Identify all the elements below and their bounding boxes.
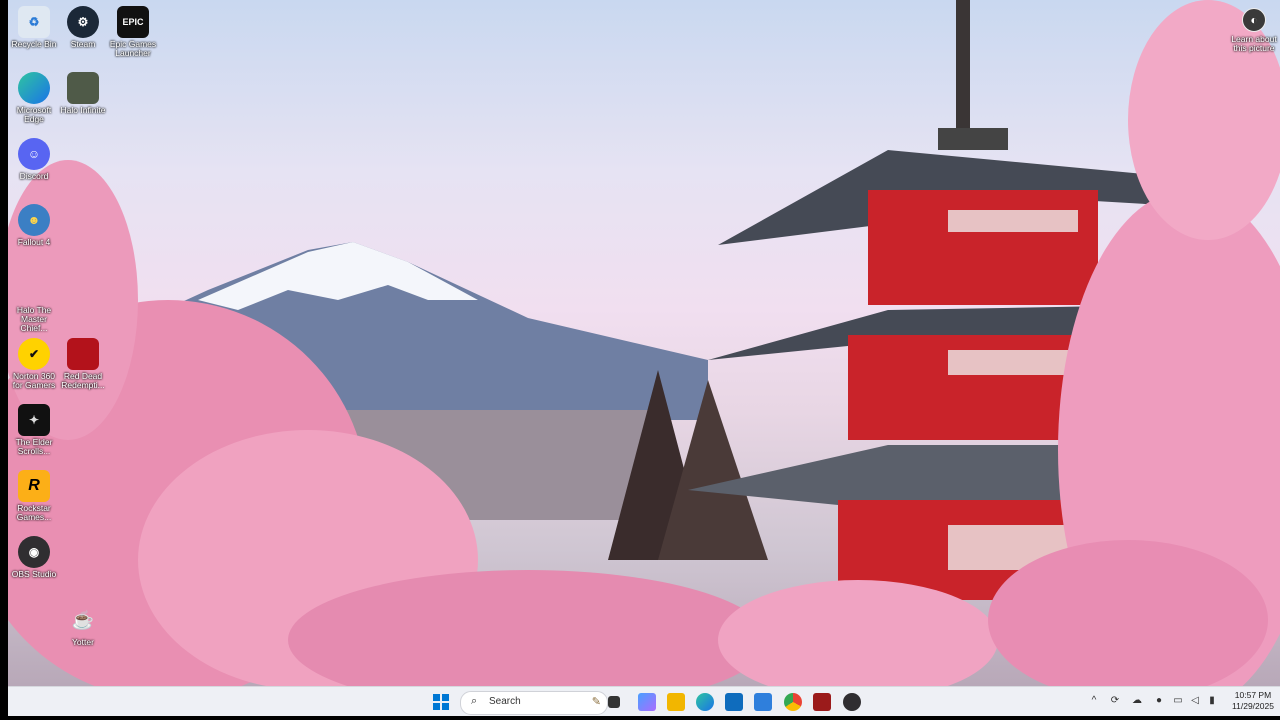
screen-border-bottom xyxy=(0,716,1280,720)
recycle-bin-icon: ♻ xyxy=(18,6,50,38)
desktop-icon-yotter[interactable]: ☕ Yotter xyxy=(56,604,110,647)
icon-label: Halo Infinite xyxy=(60,105,106,115)
yotter-icon: ☕ xyxy=(71,609,95,630)
fallout-4-icon: ☻ xyxy=(18,204,50,236)
clock-time: 10:57 PM xyxy=(1234,690,1272,700)
learn-picture-label: Learn about this picture xyxy=(1231,34,1277,53)
icon-label: Microsoft Edge xyxy=(16,105,52,124)
taskbar: ⌕ Search ✎ ^ ⟳ ☁ ● ▭ ◁ ▮ 10:57 PM 11/29/… xyxy=(8,686,1280,717)
icon-label: Rockstar Games... xyxy=(16,503,52,522)
game-launcher-icon[interactable] xyxy=(813,693,831,711)
icon-label: Steam xyxy=(70,39,96,49)
clock-date: 11/29/2025 xyxy=(1232,701,1274,711)
desktop-icon-fallout-4[interactable]: ☻ Fallout 4 xyxy=(8,204,61,247)
clock[interactable]: 10:57 PM 11/29/2025 xyxy=(1230,690,1276,712)
microphone-icon[interactable]: ● xyxy=(1153,695,1165,707)
icon-label: Norton 360 for Gamers xyxy=(12,371,56,390)
chevron-up-icon[interactable]: ^ xyxy=(1088,695,1100,707)
obs-icon: ◉ xyxy=(18,536,50,568)
halo-mcc-icon xyxy=(18,272,50,304)
battery-icon[interactable]: ▮ xyxy=(1206,695,1218,707)
norton-icon: ✔ xyxy=(18,338,50,370)
rockstar-icon: R xyxy=(18,470,50,502)
icon-label: Yotter xyxy=(72,637,94,647)
task-view-icon[interactable] xyxy=(608,696,620,708)
edge-icon[interactable] xyxy=(696,693,714,711)
obs-icon[interactable] xyxy=(843,693,861,711)
edge-icon xyxy=(18,72,50,104)
microsoft-store-icon[interactable] xyxy=(725,693,743,711)
desktop-icon-discord[interactable]: ☺ Discord xyxy=(8,138,61,181)
discord-icon: ☺ xyxy=(18,138,50,170)
icon-label: Epic Games Launcher xyxy=(109,39,157,58)
windows-start-icon[interactable] xyxy=(432,693,450,711)
desktop-icon-elder-scrolls[interactable]: ✦ The Elder Scrolls... xyxy=(8,404,61,456)
cloud-icon[interactable]: ☁ xyxy=(1131,695,1143,707)
desktop-icon-norton[interactable]: ✔ Norton 360 for Gamers xyxy=(8,338,61,390)
chrome-icon[interactable] xyxy=(784,693,802,711)
desktop-icon-obs[interactable]: ◉ OBS Studio xyxy=(8,536,61,579)
sync-icon[interactable]: ⟳ xyxy=(1109,695,1121,707)
desktop-icon-rockstar[interactable]: R Rockstar Games... xyxy=(8,470,61,522)
screen-border-left xyxy=(0,0,8,720)
search-highlight-icon: ✎ xyxy=(591,696,601,708)
desktop-icon-red-dead[interactable]: Red Dead Redempti... xyxy=(56,338,110,390)
file-explorer-icon[interactable] xyxy=(667,693,685,711)
display-icon[interactable]: ▭ xyxy=(1172,695,1184,707)
icon-label: OBS Studio xyxy=(11,569,57,579)
desktop-icon-halo-mcc[interactable]: Halo The Master Chief... xyxy=(8,272,61,333)
epic-games-icon: EPIC xyxy=(117,6,149,38)
search-label: Search xyxy=(489,696,521,707)
steam-icon: ⚙ xyxy=(67,6,99,38)
elder-scrolls-icon: ✦ xyxy=(18,404,50,436)
red-dead-icon xyxy=(67,338,99,370)
icon-label: Halo The Master Chief... xyxy=(16,305,52,333)
wallpaper-scene xyxy=(8,0,1280,686)
desktop-icon-halo-infinite[interactable]: Halo Infinite xyxy=(56,72,110,115)
camera-icon: ◐ xyxy=(1242,8,1266,32)
halo-infinite-icon xyxy=(67,72,99,104)
icon-label: Red Dead Redempti... xyxy=(61,371,105,390)
icon-label: The Elder Scrolls... xyxy=(15,437,53,456)
desktop-icon-epic-games[interactable]: EPIC Epic Games Launcher xyxy=(106,6,160,58)
desktop-icon-steam[interactable]: ⚙ Steam xyxy=(56,6,110,49)
icon-label: Recycle Bin xyxy=(11,39,57,49)
mail-icon[interactable] xyxy=(754,693,772,711)
learn-about-picture[interactable]: ◐ Learn about this picture xyxy=(1228,8,1280,53)
search-input[interactable]: ⌕ Search ✎ xyxy=(460,691,608,715)
icon-label: Discord xyxy=(19,171,49,181)
search-icon: ⌕ xyxy=(471,695,478,707)
desktop-wallpaper[interactable]: ♻ Recycle Bin ⚙ Steam EPIC Epic Games La… xyxy=(8,0,1280,686)
icon-label: Fallout 4 xyxy=(17,237,51,247)
desktop-icon-recycle-bin[interactable]: ♻ Recycle Bin xyxy=(8,6,61,49)
volume-icon[interactable]: ◁ xyxy=(1189,695,1201,707)
desktop-icon-edge[interactable]: Microsoft Edge xyxy=(8,72,61,124)
copilot-icon[interactable] xyxy=(638,693,656,711)
